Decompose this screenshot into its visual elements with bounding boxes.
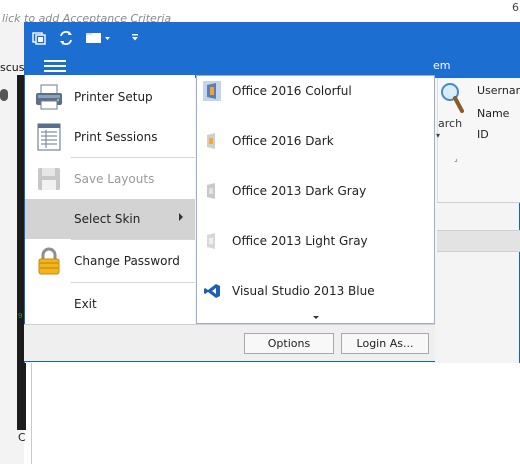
menu-item-label: Print Sessions [74, 130, 158, 144]
group-launcher-icon[interactable]: ⌟ [454, 154, 458, 163]
menu-item-label: Printer Setup [74, 90, 153, 104]
menu-item-printer-setup[interactable]: Printer Setup [25, 77, 195, 117]
background-radio[interactable] [0, 89, 8, 101]
visual-studio-icon [203, 281, 221, 301]
menu-item-label: Save Layouts [74, 172, 155, 186]
gallery-scroll-down-icon[interactable] [313, 316, 319, 319]
document-list-icon [34, 122, 64, 152]
skin-office-2013-dark-gray[interactable]: Office 2013 Dark Gray [198, 176, 434, 226]
skin-office-2016-colorful[interactable]: Office 2016 Colorful [198, 76, 434, 126]
search-button-label[interactable]: arch [438, 117, 462, 130]
grid-header-strip [437, 230, 520, 252]
ribbon-tab-fragment[interactable]: em [433, 59, 450, 72]
skin-label: Visual Studio 2013 Blue [232, 284, 375, 298]
menu-separator [71, 239, 195, 240]
menu-item-select-skin[interactable]: Select Skin [25, 199, 195, 239]
skin-label: Office 2013 Light Gray [232, 234, 368, 248]
ribbon-bottom-border [437, 202, 520, 203]
backstage-menu: Printer Setup Print Sessions Save Layout… [25, 75, 195, 325]
search-dropdown-icon[interactable]: ▾ [436, 131, 440, 140]
background-fragment-c: C [18, 431, 26, 444]
skin-gallery: Office 2016 Colorful Office 2016 Dark Of… [196, 75, 435, 324]
refresh-icon[interactable] [58, 30, 74, 46]
menu-item-print-sessions[interactable]: Print Sessions [25, 117, 195, 157]
menu-item-label: Change Password [74, 254, 180, 268]
skin-office-2016-dark[interactable]: Office 2016 Dark [198, 126, 434, 176]
skin-office-2013-light-gray[interactable]: Office 2013 Light Gray [198, 226, 434, 276]
menu-item-label: Select Skin [74, 212, 141, 226]
background-divider [31, 355, 32, 464]
skin-label: Office 2013 Dark Gray [232, 184, 367, 198]
office-dark-icon [203, 131, 221, 151]
background-corner-text: 6 [512, 1, 519, 14]
skin-label: Office 2016 Dark [232, 134, 334, 148]
background-side-text: scus [0, 61, 25, 74]
username-label: Usernam [477, 84, 520, 97]
menu-item-save-layouts: Save Layouts [25, 159, 195, 199]
menu-item-label: Exit [74, 297, 97, 311]
id-label: ID [477, 128, 489, 141]
login-as-button[interactable]: Login As... [341, 333, 429, 354]
menu-separator [71, 157, 195, 158]
floppy-disk-icon [34, 164, 64, 194]
name-label: Name [477, 107, 510, 120]
options-button[interactable]: Options [244, 333, 334, 354]
padlock-icon [34, 246, 64, 276]
menu-hamburger-icon[interactable] [44, 58, 66, 72]
office-colorful-icon [203, 81, 221, 101]
customize-toolbar-icon[interactable] [130, 33, 140, 43]
office-light-icon [203, 231, 221, 251]
skin-label: Office 2016 Colorful [232, 84, 352, 98]
office-gray-icon [203, 181, 221, 201]
printer-icon [34, 82, 64, 112]
submenu-arrow-icon [179, 213, 183, 221]
background-fragment-g: 9 [18, 312, 23, 320]
menu-item-exit[interactable]: Exit [25, 284, 195, 324]
folder-dropdown-icon[interactable] [85, 31, 111, 45]
menu-item-change-password[interactable]: Change Password [25, 241, 195, 281]
search-icon[interactable] [440, 82, 464, 114]
app-icon[interactable] [31, 30, 47, 46]
menu-separator [71, 282, 195, 283]
